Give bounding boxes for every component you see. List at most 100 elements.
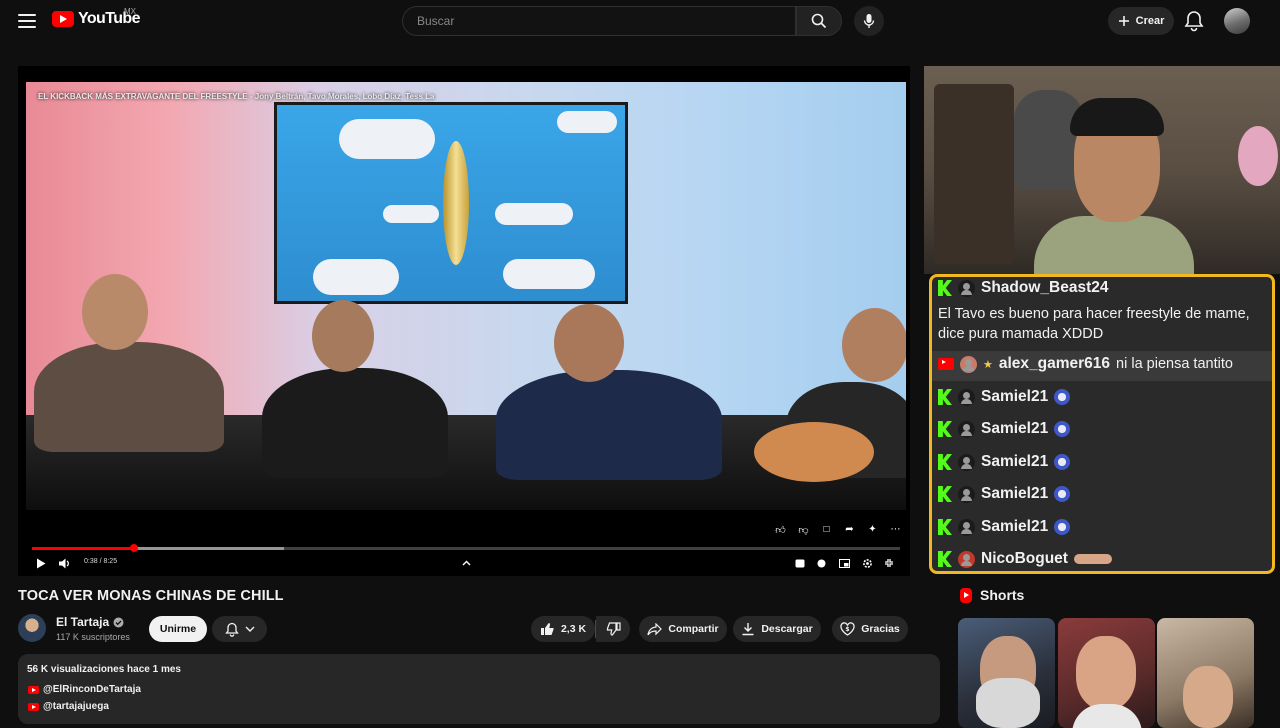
short-thumbnail[interactable] [1157, 618, 1254, 728]
like-icon [540, 623, 554, 635]
bell-icon[interactable] [1184, 10, 1204, 32]
top-bar: YouTube MX Buscar Crear [0, 0, 1280, 42]
channel-name-row[interactable]: El Tartaja [56, 615, 124, 629]
chat-username: Samiel21 [981, 518, 1049, 535]
description-link[interactable]: @tartajajuega [28, 701, 109, 712]
chat-message-text: dice pura mamada XDDD [938, 326, 1104, 342]
player-overlay-actions: 👍︎ 👎︎ □ ➦ ✦ ⋯ [774, 523, 902, 536]
hq-button[interactable] [794, 555, 806, 571]
chat-message: NicoBoguet [938, 550, 1112, 568]
shorts-icon [960, 587, 972, 603]
chat-message: Samiel21 [938, 420, 1071, 438]
chat-username: alex_gamer616 [998, 355, 1111, 372]
chat-username: Samiel21 [981, 388, 1049, 405]
download-button[interactable]: Descargar [733, 616, 821, 642]
country-code: MX [124, 7, 136, 16]
share-label: Compartir [668, 623, 719, 635]
overlay-sparkle-icon[interactable]: ✦ [866, 523, 879, 536]
user-avatar [960, 355, 977, 373]
description-box[interactable]: 56 K visualizaciones hace 1 mes @ElRinco… [18, 654, 940, 724]
notifications-button[interactable] [212, 616, 267, 642]
chat-message: Shadow_Beast24 [938, 279, 1109, 297]
youtube-icon [28, 702, 39, 711]
volume-button[interactable] [58, 555, 72, 571]
description-link[interactable]: @ElRinconDeTartaja [28, 684, 141, 695]
overlay-more-icon[interactable]: ⋯ [889, 523, 902, 536]
volume-icon [59, 558, 69, 568]
join-button[interactable]: Unirme [149, 616, 207, 642]
chat-message: ★ alex_gamer616 ni la piensa tantito [938, 355, 1233, 373]
autoplay-toggle[interactable] [815, 555, 827, 571]
search-input[interactable]: Buscar [402, 6, 796, 36]
overlay-share-icon[interactable]: ➦ [843, 523, 856, 536]
settings-button[interactable] [860, 555, 874, 571]
description-link-text[interactable]: @ElRinconDeTartaja [43, 684, 141, 695]
account-avatar[interactable] [1224, 8, 1250, 34]
like-button[interactable]: 2,3 K [531, 616, 595, 642]
overlay-dislike-icon[interactable]: 👎︎ [797, 523, 810, 536]
create-label: Crear [1135, 15, 1165, 27]
emote-icon [1054, 519, 1071, 535]
chat-username: Samiel21 [981, 420, 1049, 437]
search-button[interactable] [796, 6, 842, 36]
video-player[interactable]: EL KICKBACK MÁS EXTRAVAGANTE DEL FREESTY… [18, 66, 910, 576]
star-icon: ★ [983, 358, 993, 371]
hq-icon [795, 559, 805, 567]
download-label: Descargar [761, 623, 813, 635]
voice-search-button[interactable] [854, 6, 884, 36]
fullscreen-exit-icon [885, 559, 893, 567]
kick-icon [938, 486, 952, 502]
shorts-heading: Shorts [980, 587, 1025, 603]
chat-message: Samiel21 [938, 518, 1071, 536]
kick-icon [938, 454, 952, 470]
chat-username: Samiel21 [981, 453, 1049, 470]
subscriber-count: 117 K suscriptores [56, 632, 130, 642]
create-button[interactable]: Crear [1108, 7, 1174, 35]
exit-fullscreen-button[interactable] [882, 555, 896, 571]
live-chat-overlay: Shadow_Beast24 El Tavo es bueno para hac… [929, 274, 1275, 574]
dislike-button[interactable] [596, 616, 630, 642]
emote-icon [1073, 554, 1112, 564]
short-thumbnail[interactable] [958, 618, 1055, 728]
expand-button[interactable] [459, 555, 473, 571]
video-frame[interactable]: EL KICKBACK MÁS EXTRAVAGANTE DEL FREESTY… [26, 82, 906, 510]
menu-icon[interactable] [16, 11, 38, 31]
chat-message: Samiel21 [938, 453, 1071, 471]
mic-icon [863, 14, 875, 28]
play-button[interactable] [34, 555, 48, 571]
channel-name[interactable]: El Tartaja [56, 615, 109, 629]
short-thumbnail[interactable] [1058, 618, 1155, 728]
kick-icon [938, 280, 952, 296]
dislike-icon [606, 622, 621, 636]
streamer-webcam [924, 66, 1280, 274]
overlay-comment-icon[interactable]: □ [820, 523, 833, 536]
user-avatar [958, 550, 975, 568]
user-icon [958, 420, 975, 438]
chevron-down-icon [245, 626, 254, 632]
kick-icon [938, 421, 952, 437]
emote-icon [1054, 486, 1071, 502]
progress-bar[interactable] [32, 544, 900, 552]
like-count: 2,3 K [560, 623, 587, 635]
youtube-icon [938, 358, 954, 370]
chat-username: NicoBoguet [981, 550, 1068, 567]
scrubber-handle[interactable] [130, 544, 139, 552]
channel-avatar[interactable] [18, 614, 46, 642]
chat-username: Shadow_Beast24 [981, 279, 1109, 296]
description-link-text[interactable]: @tartajajuega [43, 701, 109, 712]
overlay-like-icon[interactable]: 👍︎ [774, 523, 787, 536]
youtube-icon [28, 685, 39, 694]
share-button[interactable]: Compartir [639, 616, 727, 642]
miniplayer-button[interactable] [838, 555, 850, 571]
thanks-button[interactable]: $ Gracias [832, 616, 908, 642]
heart-icon: $ [840, 622, 855, 636]
youtube-logo[interactable]: YouTube MX [52, 7, 140, 28]
user-icon [958, 279, 975, 297]
user-icon [958, 518, 975, 536]
play-icon [37, 558, 46, 568]
time-display: 0:38 / 8:25 [84, 558, 118, 565]
user-icon [958, 388, 975, 406]
settings-icon [862, 558, 872, 568]
plus-icon [1118, 16, 1129, 26]
share-icon [647, 622, 663, 635]
